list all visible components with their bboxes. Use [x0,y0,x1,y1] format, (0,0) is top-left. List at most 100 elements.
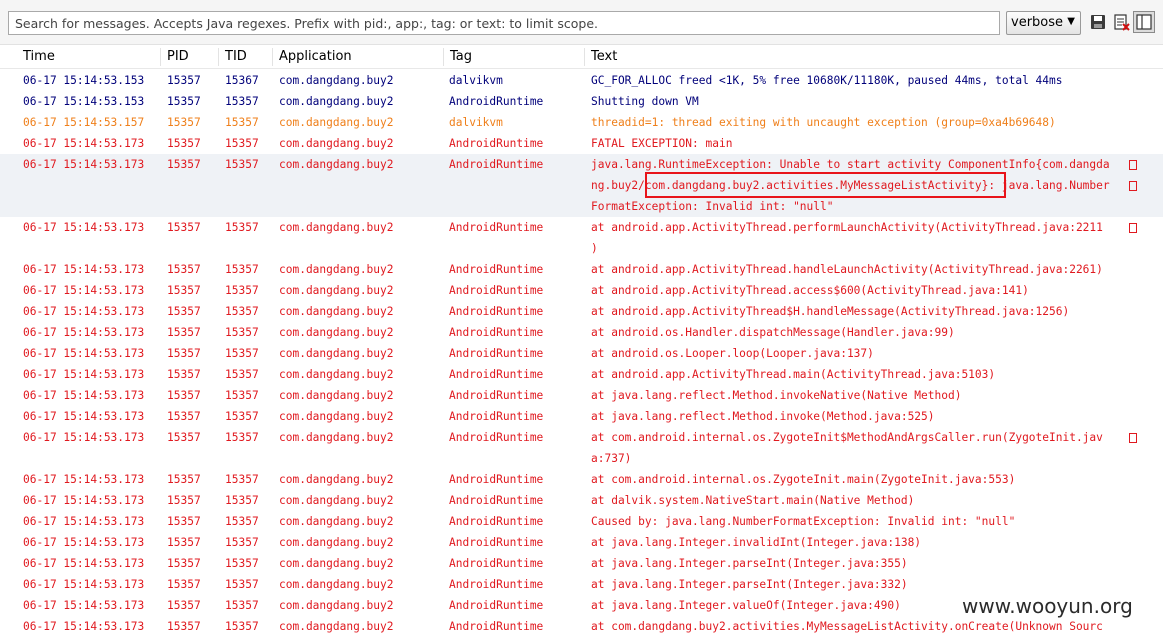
table-row[interactable]: 06-17 15:14:53.173 15357 15357 com.dangdang… [0,133,1163,154]
pid-cell: 15357 [167,473,201,486]
pid-cell: 15357 [167,305,201,318]
pid-cell: 15357 [167,620,201,633]
pid-cell: 15357 [167,431,201,444]
application-cell: com.dangdang.buy2 [279,95,394,108]
application-cell: com.dangdang.buy2 [279,158,394,171]
table-row[interactable]: 06-17 15:14:53.173 15357 15357 com.dangdang… [0,574,1163,595]
message-line: at java.lang.Integer.parseInt(Integer.ja… [591,557,908,570]
search-input[interactable] [8,11,1000,35]
application-cell: com.dangdang.buy2 [279,305,394,318]
tag-cell: AndroidRuntime [449,431,544,444]
table-row[interactable]: 06-17 15:14:53.173 15357 15357 com.dangdang… [0,469,1163,490]
log-table: 06-17 15:14:53.153 15357 15367 com.dangdang… [0,70,1163,635]
table-row[interactable]: 06-17 15:14:53.153 15357 15367 com.dangdang… [0,70,1163,91]
tid-cell: 15357 [225,599,259,612]
message-line: at java.lang.Integer.parseInt(Integer.ja… [591,578,908,591]
tag-cell: AndroidRuntime [449,515,544,528]
application-cell: com.dangdang.buy2 [279,389,394,402]
message-line: Caused by: java.lang.NumberFormatExcepti… [591,515,1016,528]
tag-cell: AndroidRuntime [449,368,544,381]
tag-cell: AndroidRuntime [449,347,544,360]
header-text[interactable]: Text [591,49,617,64]
tag-cell: dalvikvm [449,116,503,129]
message-line: Shutting down VM [591,95,699,108]
table-row[interactable]: 06-17 15:14:53.157 15357 15357 com.dangdang… [0,112,1163,133]
tag-cell: AndroidRuntime [449,284,544,297]
tag-cell: AndroidRuntime [449,137,544,150]
application-cell: com.dangdang.buy2 [279,347,394,360]
table-row[interactable]: 06-17 15:14:53.173 15357 15357 com.dangdang… [0,301,1163,322]
table-row[interactable]: 06-17 15:14:53.173 15357 15357 com.dangdang… [0,616,1163,637]
time-cell: 06-17 15:14:53.173 [23,578,145,591]
table-row[interactable]: 06-17 15:14:53.173 15357 15357 com.dangdang… [0,553,1163,574]
application-cell: com.dangdang.buy2 [279,473,394,486]
message-line: GC_FOR_ALLOC freed <1K, 5% free 10680K/1… [591,74,1063,87]
tid-cell: 15357 [225,536,259,549]
pid-cell: 15357 [167,158,201,171]
watermark: www.wooyun.org [958,594,1137,618]
message-line: at android.app.ActivityThread.main(Activ… [591,368,996,381]
tid-cell: 15357 [225,389,259,402]
save-icon[interactable] [1089,13,1107,31]
header-time[interactable]: Time [23,49,55,64]
pid-cell: 15357 [167,263,201,276]
time-cell: 06-17 15:14:53.173 [23,557,145,570]
time-cell: 06-17 15:14:53.173 [23,368,145,381]
tag-cell: dalvikvm [449,74,503,87]
time-cell: 06-17 15:14:53.153 [23,74,145,87]
message-line: at com.android.internal.os.ZygoteInit$Me… [591,431,1103,444]
table-row[interactable]: 06-17 15:14:53.173 15357 15357 com.dangdang… [0,217,1163,259]
column-divider[interactable] [218,48,219,66]
table-row[interactable]: 06-17 15:14:53.173 15357 15357 com.dangdang… [0,427,1163,469]
header-tid[interactable]: TID [225,49,247,64]
table-row[interactable]: 06-17 15:14:53.173 15357 15357 com.dangdang… [0,322,1163,343]
tid-cell: 15357 [225,368,259,381]
table-row[interactable]: 06-17 15:14:53.173 15357 15357 com.dangdang… [0,406,1163,427]
line-wrap-icon [1129,181,1137,191]
pid-cell: 15357 [167,557,201,570]
tid-cell: 15357 [225,326,259,339]
pid-cell: 15357 [167,578,201,591]
column-divider[interactable] [584,48,585,66]
line-wrap-icon [1129,223,1137,233]
tag-cell: AndroidRuntime [449,221,544,234]
tid-cell: 15357 [225,305,259,318]
message-line: at java.lang.reflect.Method.invokeNative… [591,389,962,402]
header-pid[interactable]: PID [167,49,189,64]
tid-cell: 15357 [225,116,259,129]
clear-log-icon[interactable] [1112,13,1130,31]
toggle-columns-icon[interactable] [1133,11,1155,33]
table-row[interactable]: 06-17 15:14:53.173 15357 15357 com.dangdang… [0,259,1163,280]
application-cell: com.dangdang.buy2 [279,515,394,528]
table-row[interactable]: 06-17 15:14:53.173 15357 15357 com.dangdang… [0,280,1163,301]
table-row[interactable]: 06-17 15:14:53.173 15357 15357 com.dangdang… [0,343,1163,364]
column-divider[interactable] [160,48,161,66]
header-application[interactable]: Application [279,49,352,64]
tag-cell: AndroidRuntime [449,305,544,318]
log-level-select[interactable]: verbose ▼ [1006,11,1081,35]
time-cell: 06-17 15:14:53.153 [23,95,145,108]
table-row[interactable]: 06-17 15:14:53.173 15357 15357 com.dangdang… [0,364,1163,385]
message-line: a:737) [591,452,632,465]
table-row[interactable]: 06-17 15:14:53.173 15357 15357 com.dangdang… [0,490,1163,511]
line-wrap-icon [1129,160,1137,170]
time-cell: 06-17 15:14:53.157 [23,116,145,129]
tag-cell: AndroidRuntime [449,95,544,108]
application-cell: com.dangdang.buy2 [279,221,394,234]
table-row[interactable]: 06-17 15:14:53.173 15357 15357 com.dangdang… [0,511,1163,532]
column-divider[interactable] [272,48,273,66]
column-divider[interactable] [443,48,444,66]
tag-cell: AndroidRuntime [449,578,544,591]
table-row[interactable]: 06-17 15:14:53.173 15357 15357 com.dangdang… [0,385,1163,406]
message-line: at android.app.ActivityThread.handleLaun… [591,263,1103,276]
table-row[interactable]: 06-17 15:14:53.173 15357 15357 com.dangdang… [0,532,1163,553]
tag-cell: AndroidRuntime [449,557,544,570]
time-cell: 06-17 15:14:53.173 [23,536,145,549]
table-row[interactable]: 06-17 15:14:53.153 15357 15357 com.dangdang… [0,91,1163,112]
tid-cell: 15357 [225,263,259,276]
header-tag[interactable]: Tag [450,49,472,64]
message-line: at android.app.ActivityThread.performLau… [591,221,1103,234]
application-cell: com.dangdang.buy2 [279,116,394,129]
application-cell: com.dangdang.buy2 [279,326,394,339]
pid-cell: 15357 [167,368,201,381]
